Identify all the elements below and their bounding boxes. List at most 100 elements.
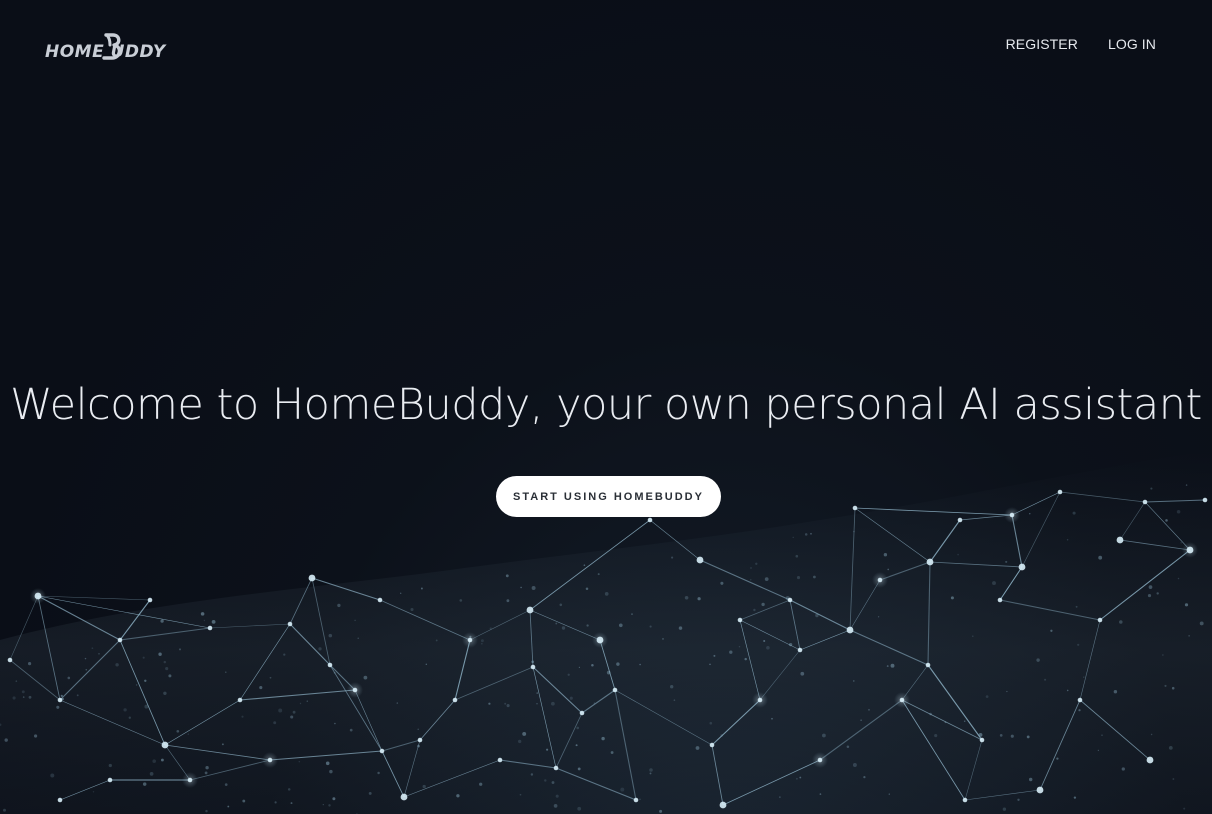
mesh-dust-point	[479, 782, 483, 786]
mesh-dust-point	[435, 639, 438, 642]
mesh-dust-point	[1199, 621, 1204, 626]
mesh-node	[709, 742, 715, 748]
mesh-dust-point	[67, 676, 71, 680]
mesh-dust-point	[1172, 778, 1175, 780]
mesh-dust-point	[585, 587, 589, 590]
mesh-dust-point	[631, 613, 633, 615]
mesh-node	[57, 697, 63, 703]
mesh-node	[308, 574, 316, 582]
mesh-dust-point	[950, 596, 954, 600]
mesh-dust-point	[368, 791, 372, 795]
mesh-dust-point	[1150, 733, 1153, 736]
mesh-node	[1077, 697, 1083, 703]
mesh-dust-point	[713, 654, 716, 657]
mesh-node	[327, 662, 333, 668]
mesh-dust-point	[555, 794, 559, 798]
mesh-dust-point	[620, 787, 625, 792]
mesh-dust-point	[176, 729, 180, 733]
mesh-dust-point	[1113, 689, 1118, 694]
mesh-node	[1036, 786, 1044, 794]
mesh-dust-point	[972, 635, 974, 637]
mesh-node	[1142, 499, 1148, 505]
mesh-dust-point	[1005, 560, 1008, 563]
mesh-dust-point	[616, 662, 620, 666]
mesh-dust-point	[1098, 555, 1103, 560]
mesh-dust-point	[877, 616, 880, 618]
mesh-node	[1009, 512, 1015, 518]
mesh-dust-point	[846, 745, 850, 748]
mesh-dust-point	[559, 603, 563, 607]
mesh-node	[787, 597, 793, 603]
mesh-dust-point	[531, 660, 535, 664]
mesh-dust-point	[274, 801, 277, 804]
mesh-node	[926, 558, 934, 566]
mesh-dust-point	[163, 691, 167, 696]
hero-title: Welcome to HomeBuddy, your own personal …	[10, 380, 1202, 430]
mesh-dust-point	[1029, 513, 1031, 515]
mesh-dust-point	[591, 663, 594, 667]
mesh-dust-point	[520, 586, 522, 589]
mesh-dust-point	[298, 760, 301, 763]
mesh-dust-point	[597, 573, 600, 576]
mesh-node	[237, 697, 243, 703]
mesh-dust-point	[577, 806, 582, 811]
mesh-dust-point	[205, 809, 208, 813]
mesh-dust-point	[203, 619, 206, 622]
mesh-dust-point	[287, 788, 291, 791]
start-using-button[interactable]: START USING HOMEBUDDY	[496, 476, 721, 517]
mesh-dust-point	[764, 577, 769, 581]
mesh-dust-point	[278, 708, 283, 713]
mesh-dust-point	[1066, 539, 1069, 541]
mesh-dust-point	[56, 705, 60, 709]
mesh-dust-point	[505, 574, 509, 578]
mesh-dust-point	[1119, 620, 1123, 624]
mesh-dust-point	[3, 808, 6, 812]
mesh-dust-point	[606, 670, 611, 675]
mesh-dust-point	[1184, 603, 1189, 607]
mesh-dust-point	[1073, 796, 1077, 799]
mesh-dust-point	[800, 671, 805, 676]
mesh-dust-point	[738, 645, 741, 648]
mesh-dust-point	[259, 686, 263, 690]
login-link[interactable]: LOG IN	[1108, 35, 1156, 53]
mesh-dust-point	[128, 716, 131, 719]
mesh-dust-point	[944, 721, 947, 724]
mesh-node	[579, 710, 585, 716]
mesh-dust-point	[822, 733, 826, 738]
mesh-dust-point	[269, 676, 272, 679]
mesh-dust-point	[583, 564, 586, 567]
mesh-dust-point	[1072, 511, 1076, 515]
mesh-dust-point	[883, 553, 888, 557]
mesh-dust-point	[504, 702, 507, 705]
mesh-dust-point	[519, 793, 522, 796]
mesh-dust-point	[886, 665, 889, 668]
mesh-node	[1146, 756, 1154, 764]
mesh-dust-point	[1150, 487, 1153, 490]
mesh-dust-point	[123, 708, 127, 712]
mesh-dust-point	[978, 733, 983, 737]
homebuddy-logo[interactable]: HOME UDDY	[45, 30, 166, 70]
mesh-dust-point	[1010, 734, 1014, 738]
mesh-dust-point	[1097, 749, 1100, 752]
mesh-dust-point	[337, 603, 341, 608]
mesh-dust-point	[546, 748, 549, 751]
mesh-dust-point	[1148, 585, 1153, 589]
mesh-dust-point	[179, 648, 181, 651]
mesh-dust-point	[1002, 807, 1007, 811]
mesh-dust-point	[577, 767, 581, 771]
mesh-dust-point	[488, 702, 491, 705]
mesh-dust-point	[1185, 484, 1188, 486]
mesh-dust-point	[853, 530, 855, 533]
mesh-dust-point	[328, 804, 331, 807]
mesh-node	[979, 737, 985, 743]
mesh-dust-point	[98, 652, 100, 655]
mesh-dust-point	[586, 624, 589, 627]
mesh-dust-point	[160, 758, 164, 762]
mesh-dust-point	[142, 782, 147, 786]
mesh-dust-point	[299, 702, 302, 705]
mesh-dust-point	[750, 579, 752, 581]
mesh-dust-point	[225, 671, 227, 673]
mesh-dust-point	[28, 695, 32, 699]
register-link[interactable]: REGISTER	[1006, 35, 1078, 53]
mesh-dust-point	[60, 694, 63, 697]
